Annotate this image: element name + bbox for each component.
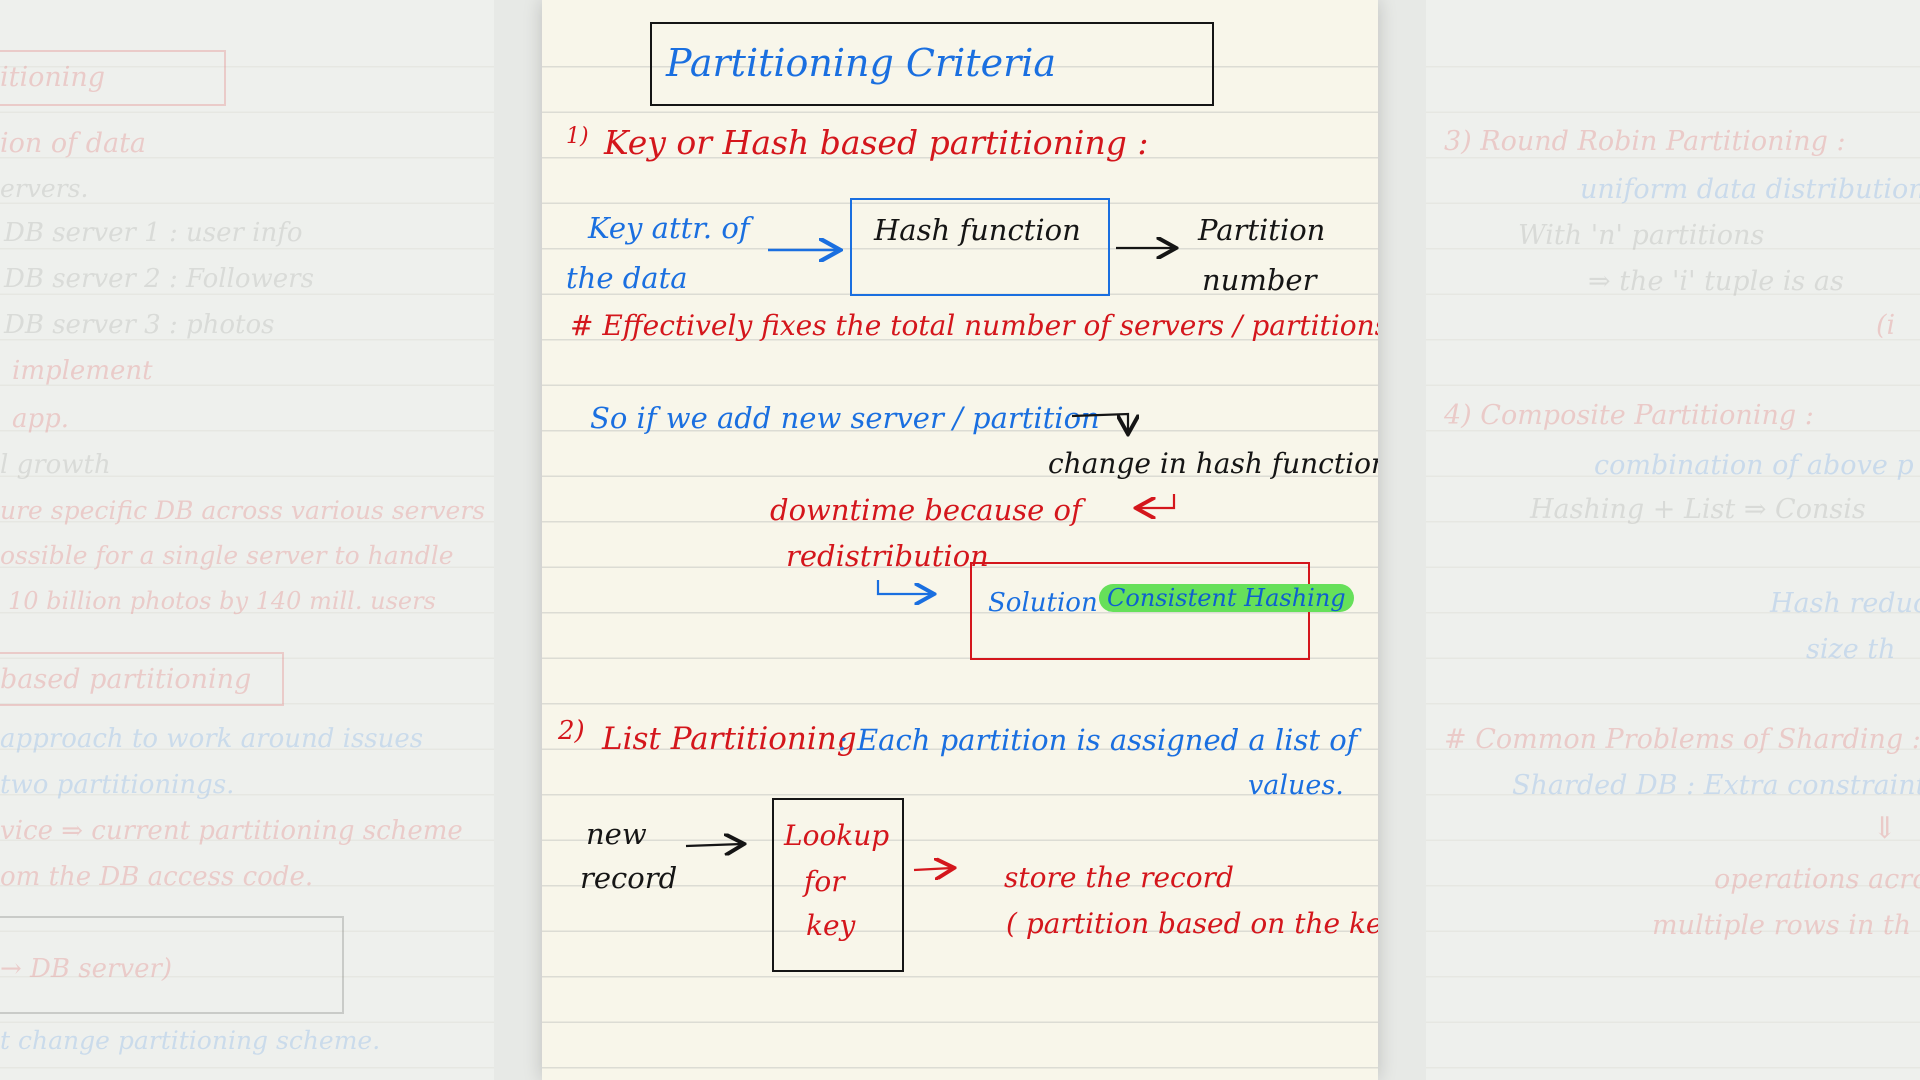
arrow-to-store: [913, 868, 952, 870]
note-line: multiple rows in th: [1652, 910, 1912, 941]
note-line: ion of data: [0, 128, 147, 159]
note-line: itioning: [0, 62, 106, 93]
arrow-to-solution: [876, 580, 932, 594]
note-line: ⇓: [1872, 811, 1898, 846]
note-line: l growth: [0, 450, 111, 480]
note-line: based partitioning: [0, 664, 252, 695]
note-line: t change partitioning scheme.: [0, 1026, 381, 1055]
note-line: Hash reduce: [1770, 588, 1920, 619]
note-line: DB server 3 : photos: [4, 310, 275, 340]
arrow-layer: [685, 0, 1378, 1080]
note-line: approach to work around issues: [0, 724, 424, 754]
note-line: uniform data distribution: [1580, 174, 1920, 205]
right-page-preview[interactable]: 3) Round Robin Partitioning : uniform da…: [1426, 0, 1920, 1080]
note-line: With 'n' partitions: [1518, 220, 1765, 251]
left-page-preview[interactable]: itioning ion of data ervers. DB server 1…: [0, 0, 494, 1080]
note-line: Sharded DB : Extra constraints: [1512, 770, 1920, 801]
note-line: size th: [1806, 634, 1896, 665]
note-line: implement: [12, 356, 153, 386]
note-line: 10 billion photos by 140 mill. users: [8, 587, 436, 615]
arrow-to-downtime: [1138, 494, 1176, 508]
note-page-partitioning-criteria[interactable]: Partitioning Criteria 1) Key or Hash bas…: [542, 0, 1378, 1080]
note-line: Hashing + List ⇒ Consis: [1530, 494, 1866, 525]
note-line: ⇒ the 'i' tuple is as: [1588, 266, 1844, 297]
note-line: operations across: [1714, 864, 1920, 895]
note-line: # Common Problems of Sharding :: [1444, 724, 1920, 755]
note-line: om the DB access code.: [0, 862, 314, 892]
note-line: 3) Round Robin Partitioning :: [1444, 126, 1846, 157]
note-line: 4) Composite Partitioning :: [1444, 400, 1814, 431]
note-line: vice ⇒ current partitioning scheme: [0, 816, 463, 846]
note-line: ure specific DB across various servers: [0, 496, 486, 525]
note-line: DB server 2 : Followers: [4, 264, 314, 294]
note-line: DB server 1 : user info: [4, 218, 303, 248]
note-line: (i: [1876, 310, 1896, 341]
note-line: two partitionings.: [0, 770, 235, 800]
note-line: ossible for a single server to handle: [0, 541, 454, 570]
note-line: combination of above p: [1594, 450, 1914, 481]
note-line: → DB server): [0, 954, 173, 984]
arrow-to-change: [1071, 412, 1128, 432]
note-line: ervers.: [0, 174, 89, 203]
note-line: app.: [12, 404, 70, 434]
arrow-to-lookup: [685, 844, 742, 846]
